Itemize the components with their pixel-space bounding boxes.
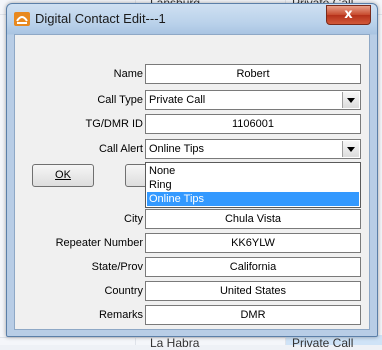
repeater-number-label: Repeater Number <box>55 237 143 249</box>
window-title: Digital Contact Edit---1 <box>35 11 166 26</box>
chevron-down-icon[interactable] <box>342 141 359 157</box>
city-field[interactable]: Chula Vista <box>145 209 361 229</box>
country-label: Country <box>104 285 143 297</box>
app-icon <box>14 12 30 26</box>
bg-cell-text: Private Call <box>292 336 354 350</box>
ok-button-label: OK <box>55 169 71 181</box>
city-label: City <box>124 213 143 225</box>
close-icon: x <box>344 7 353 22</box>
country-field[interactable]: United States <box>145 281 361 301</box>
title-bar[interactable]: Digital Contact Edit---1 x <box>7 4 377 34</box>
remarks-label: Remarks <box>98 309 143 321</box>
digital-contact-edit-dialog: Digital Contact Edit---1 x Name Robert C… <box>6 3 378 337</box>
tg-dmr-id-field[interactable]: 1106001 <box>145 114 361 134</box>
call-type-value: Private Call <box>149 94 206 106</box>
call-alert-dropdown-list: None Ring Online Tips <box>145 162 361 208</box>
ok-button[interactable]: OK <box>32 164 94 187</box>
dialog-client-area: Name Robert Call Type Private Call TG/DM… <box>14 34 370 330</box>
close-button[interactable]: x <box>326 5 371 25</box>
remarks-field[interactable]: DMR <box>145 305 361 325</box>
bg-cell-text: La Habra <box>150 336 200 350</box>
dropdown-option-none[interactable]: None <box>147 164 359 178</box>
state-prov-field[interactable]: California <box>145 257 361 277</box>
call-type-select[interactable]: Private Call <box>145 90 361 110</box>
dropdown-option-online-tips[interactable]: Online Tips <box>147 192 359 206</box>
name-field[interactable]: Robert <box>145 64 361 84</box>
call-alert-label: Call Alert <box>98 143 143 155</box>
state-prov-label: State/Prov <box>91 261 143 273</box>
repeater-number-field[interactable]: KK6YLW <box>145 233 361 253</box>
call-alert-select[interactable]: Online Tips <box>145 139 361 159</box>
chevron-down-icon[interactable] <box>342 92 359 108</box>
name-label: Name <box>113 68 143 80</box>
call-alert-value: Online Tips <box>149 143 205 155</box>
tg-dmr-id-label: TG/DMR ID <box>85 118 143 130</box>
call-type-label: Call Type <box>97 94 143 106</box>
dropdown-option-ring[interactable]: Ring <box>147 178 359 192</box>
